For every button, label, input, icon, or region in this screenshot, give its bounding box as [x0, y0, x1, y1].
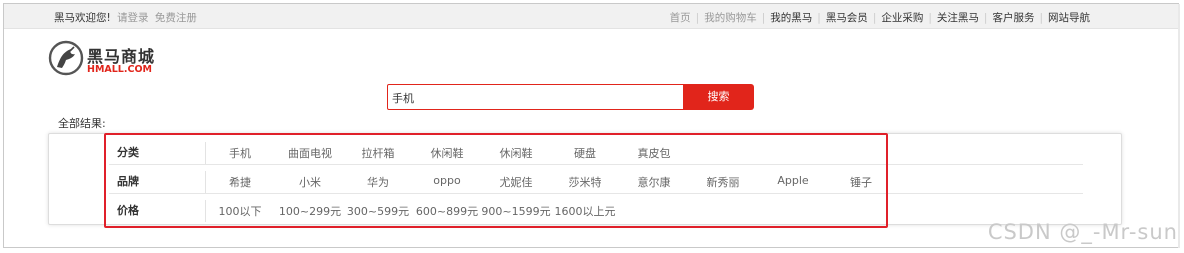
- annotation-highlight-box: [104, 133, 888, 228]
- search-input[interactable]: 手机: [387, 84, 684, 110]
- top-bar-left: 黑马欢迎您! 请登录 免费注册: [54, 10, 197, 25]
- register-link[interactable]: 免费注册: [155, 12, 197, 24]
- nav-separator: |: [928, 12, 932, 24]
- nav-service[interactable]: 客户服务: [992, 12, 1034, 24]
- watermark-text: CSDN @_-Mr-sun: [987, 220, 1178, 244]
- nav-separator: |: [872, 12, 877, 24]
- nav-enterprise[interactable]: 企业采购: [881, 12, 923, 24]
- nav-member[interactable]: 黑马会员: [826, 12, 868, 24]
- welcome-text: 黑马欢迎您!: [54, 12, 111, 24]
- search-button[interactable]: 搜索: [683, 84, 754, 110]
- all-results-label: 全部结果:: [58, 117, 106, 130]
- nav-separator: |: [695, 12, 700, 24]
- nav-separator: |: [1039, 12, 1043, 24]
- logo-subtitle: HMALL.COM: [87, 64, 152, 75]
- nav-separator: |: [761, 12, 766, 24]
- site-logo[interactable]: 黑马商城 HMALL.COM: [48, 40, 178, 84]
- top-bar: 黑马欢迎您! 请登录 免费注册 首页 | 我的购物车 | 我的黑马 | 黑马会员 | 企业采购 |…: [4, 4, 1178, 29]
- nav-home[interactable]: 首页: [670, 12, 691, 24]
- login-link[interactable]: 请登录: [117, 12, 149, 24]
- nav-cart[interactable]: 我的购物车: [704, 12, 757, 24]
- nav-follow[interactable]: 关注黑马: [937, 12, 979, 24]
- nav-separator: |: [983, 12, 988, 24]
- nav-separator: |: [817, 12, 821, 24]
- top-nav: 首页 | 我的购物车 | 我的黑马 | 黑马会员 | 企业采购 | 关注黑马 | 客户服务 | 网站导航: [670, 10, 1090, 25]
- nav-my-heima[interactable]: 我的黑马: [770, 12, 812, 24]
- horse-logo-icon: [48, 40, 84, 76]
- nav-sitemap[interactable]: 网站导航: [1048, 12, 1090, 24]
- page-edge: [1178, 4, 1180, 248]
